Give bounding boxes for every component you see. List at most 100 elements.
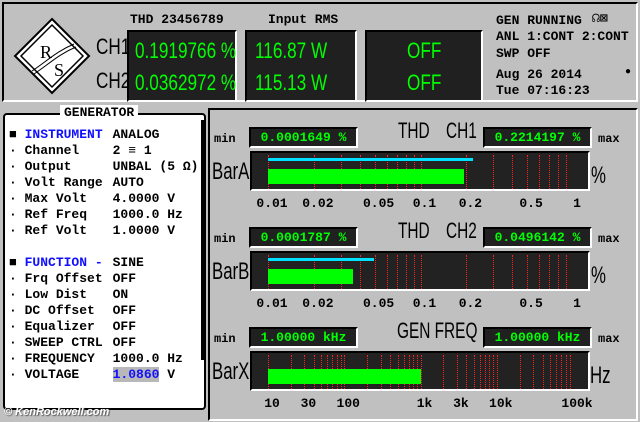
grid-line	[561, 355, 563, 389]
bar-channel: CH1	[446, 118, 477, 143]
tick-label: 0.1	[412, 196, 437, 211]
row-bullet-icon: ·	[9, 175, 25, 190]
max-value: 0.0496142 %	[483, 227, 592, 248]
grid-line	[479, 355, 481, 389]
row-value[interactable]: 1.0860	[112, 367, 160, 382]
generator-row[interactable]: · Frq Offset OFF	[9, 271, 136, 287]
generator-row[interactable]: · Channel 2 ≡ 1	[9, 143, 152, 159]
row-label: FUNCTION -	[24, 255, 103, 270]
section-bullet-icon: ■	[9, 127, 25, 142]
bar-fill	[268, 169, 464, 184]
grid-line	[489, 355, 491, 389]
scrollbar[interactable]	[201, 120, 204, 360]
generator-row[interactable]: · VOLTAGE 1.0860 V	[9, 367, 175, 383]
ch2-rms-value: 115.13 W	[255, 70, 328, 95]
bargraph-panel: min 0.0001649 % THD CH1 0.2214197 % max …	[208, 108, 638, 421]
generator-row[interactable]: · Output UNBAL (5 Ω)	[9, 159, 198, 175]
row-bullet-icon: ·	[9, 143, 25, 158]
grid-line	[413, 255, 415, 289]
status-header: R S THD 23456789 Input RMS CH1 CH2 0.191…	[2, 2, 638, 102]
tick-label: 0.01	[256, 296, 288, 311]
rms-label: Input RMS	[268, 12, 339, 27]
grid-line	[484, 355, 486, 389]
bar-title: GEN FREQ	[397, 318, 478, 343]
tick-label: 0.2	[458, 196, 483, 211]
grid-line	[566, 155, 568, 189]
tick-label: 30	[300, 396, 317, 411]
generator-row[interactable]: · Ref Volt 1.0000 V	[9, 223, 175, 239]
grid-line	[493, 255, 495, 289]
grid-line	[565, 355, 567, 389]
aux-display: OFF OFF	[365, 30, 483, 102]
grid-line	[527, 255, 529, 289]
grid-line	[519, 355, 521, 389]
tick-label: 3k	[453, 396, 469, 411]
min-label: min	[214, 232, 236, 246]
tick-label: 1	[573, 296, 581, 311]
row-bullet-icon: ·	[9, 271, 25, 286]
max-value: 1.00000 kHz	[483, 327, 592, 348]
svg-text:R: R	[40, 42, 52, 62]
row-bullet-icon: ·	[9, 335, 25, 350]
tick-label: 0.01	[256, 196, 288, 211]
generator-row[interactable]: · FREQUENCY 1000.0 Hz	[9, 351, 183, 367]
grid-line	[556, 355, 558, 389]
row-label: Max Volt	[24, 191, 88, 206]
generator-row[interactable]: ■ FUNCTION - SINE	[9, 255, 144, 271]
max-value: 0.2214197 %	[483, 127, 592, 148]
generator-row[interactable]: · Equalizer OFF	[9, 319, 136, 335]
tick-label: 0.5	[519, 296, 543, 311]
thd-display: 0.1919766 % 0.0362972 %	[127, 30, 237, 102]
speaker-icon[interactable]: ☊⊠	[592, 11, 608, 26]
generator-row[interactable]: · Ref Freq 1000.0 Hz	[9, 207, 183, 223]
bar-fill	[268, 269, 354, 284]
generator-row[interactable]: · Low Dist ON	[9, 287, 128, 303]
grid-line	[533, 355, 535, 389]
row-bullet-icon: ·	[9, 159, 25, 174]
grid-line	[550, 355, 552, 389]
row-label: Channel	[24, 143, 80, 158]
row-bullet-icon: ·	[9, 207, 25, 222]
row-bullet-icon: ·	[9, 367, 25, 382]
generator-title: GENERATOR	[60, 105, 139, 120]
rms-display: 116.87 W 115.13 W	[245, 30, 357, 102]
bar-max-marker	[268, 258, 375, 261]
grid-line	[539, 155, 541, 189]
tick-label: 0.05	[362, 196, 395, 211]
tick-label: 0.05	[362, 296, 395, 311]
generator-row[interactable]: ■ INSTRUMENT ANALOG	[9, 127, 159, 143]
generator-row[interactable]: · Max Volt 4.0000 V	[9, 191, 175, 207]
bar-unit: Hz	[590, 362, 611, 389]
bar-channel: CH2	[446, 218, 477, 243]
date: Aug 26 2014	[496, 67, 582, 82]
row-value: AUTO	[112, 175, 144, 190]
generator-row[interactable]: · DC Offset OFF	[9, 303, 136, 319]
generator-row[interactable]: · Volt Range AUTO	[9, 175, 144, 191]
generator-row[interactable]: · SWEEP CTRL OFF	[9, 335, 136, 351]
row-value: OFF	[112, 271, 137, 286]
grid-line	[558, 155, 560, 189]
grid-line	[549, 155, 551, 189]
rs-logo: R S	[13, 17, 91, 95]
row-label: VOLTAGE	[24, 367, 80, 382]
tick-label: 100k	[561, 396, 593, 411]
grid-line	[496, 355, 498, 389]
ch2-thd-value: 0.0362972 %	[135, 70, 237, 95]
bar-unit: %	[591, 262, 606, 289]
grid-line	[542, 355, 544, 389]
row-label: FREQUENCY	[24, 351, 95, 366]
sweep-status: SWP OFF	[496, 46, 551, 61]
row-label: INSTRUMENT	[24, 127, 103, 142]
ch1-aux-value: OFF	[407, 38, 442, 63]
grid-line	[443, 355, 445, 389]
grid-line	[466, 355, 468, 389]
thd-label: THD 23456789	[130, 12, 224, 27]
tick-label: 0.02	[302, 196, 334, 211]
row-label: Low Dist	[24, 287, 88, 302]
grid-line	[512, 255, 514, 289]
row-label: SWEEP CTRL	[24, 335, 103, 350]
bar-max-marker	[268, 158, 474, 161]
gen-status: GEN RUNNING	[496, 13, 582, 28]
tick-label: 1k	[416, 396, 433, 411]
row-bullet-icon: ·	[9, 223, 25, 238]
